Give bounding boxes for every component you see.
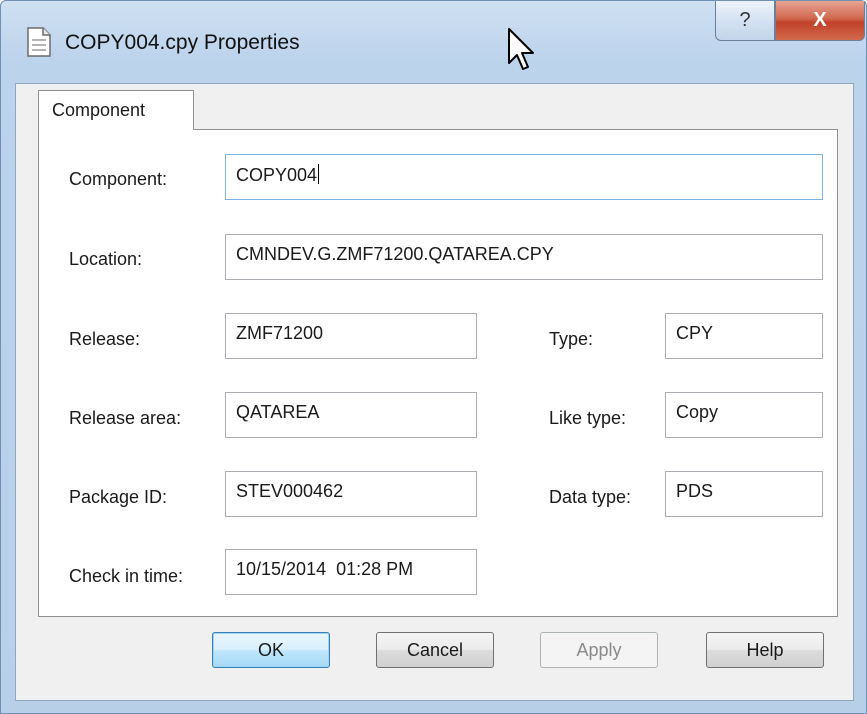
location-field[interactable]: CMNDEV.G.ZMF71200.QATAREA.CPY <box>225 234 823 280</box>
window-title: COPY004.cpy Properties <box>65 31 300 54</box>
document-icon <box>27 27 51 57</box>
cancel-button[interactable]: Cancel <box>376 632 494 668</box>
type-label: Type: <box>549 329 594 349</box>
component-label: Component: <box>69 169 168 189</box>
like-type-field[interactable]: Copy <box>665 392 823 438</box>
component-field[interactable]: COPY004 <box>225 154 823 200</box>
help-button[interactable]: Help <box>706 632 824 668</box>
question-mark-icon: ? <box>739 9 751 31</box>
text-caret <box>318 164 320 184</box>
release-area-label: Release area: <box>69 408 182 428</box>
like-type-label: Like type: <box>549 408 627 428</box>
tab-component[interactable]: Component <box>38 90 194 130</box>
release-area-field[interactable]: QATAREA <box>225 392 477 438</box>
type-field[interactable]: CPY <box>665 313 823 359</box>
component-tab-panel: Component: COPY004 Location: CMNDEV.G.ZM… <box>38 129 838 617</box>
data-type-field[interactable]: PDS <box>665 471 823 517</box>
ok-button[interactable]: OK <box>212 632 330 668</box>
close-icon: X <box>813 9 827 31</box>
title-bar[interactable]: COPY004.cpy Properties ? X <box>1 1 866 83</box>
release-field[interactable]: ZMF71200 <box>225 313 477 359</box>
apply-button[interactable]: Apply <box>540 632 658 668</box>
tab-component-label: Component <box>52 100 146 120</box>
mouse-pointer-icon <box>507 27 537 73</box>
data-type-label: Data type: <box>549 487 632 507</box>
release-label: Release: <box>69 329 141 349</box>
package-id-field[interactable]: STEV000462 <box>225 471 477 517</box>
location-label: Location: <box>69 249 143 269</box>
close-button[interactable]: X <box>775 1 865 41</box>
check-in-time-label: Check in time: <box>69 566 184 586</box>
help-caption-button[interactable]: ? <box>715 1 775 41</box>
dialog-client-area: Component Component: COPY004 Location: C… <box>15 83 854 701</box>
package-id-label: Package ID: <box>69 487 168 507</box>
properties-dialog: COPY004.cpy Properties ? X Component Com… <box>0 0 867 714</box>
check-in-time-field[interactable]: 10/15/2014 01:28 PM <box>225 549 477 595</box>
